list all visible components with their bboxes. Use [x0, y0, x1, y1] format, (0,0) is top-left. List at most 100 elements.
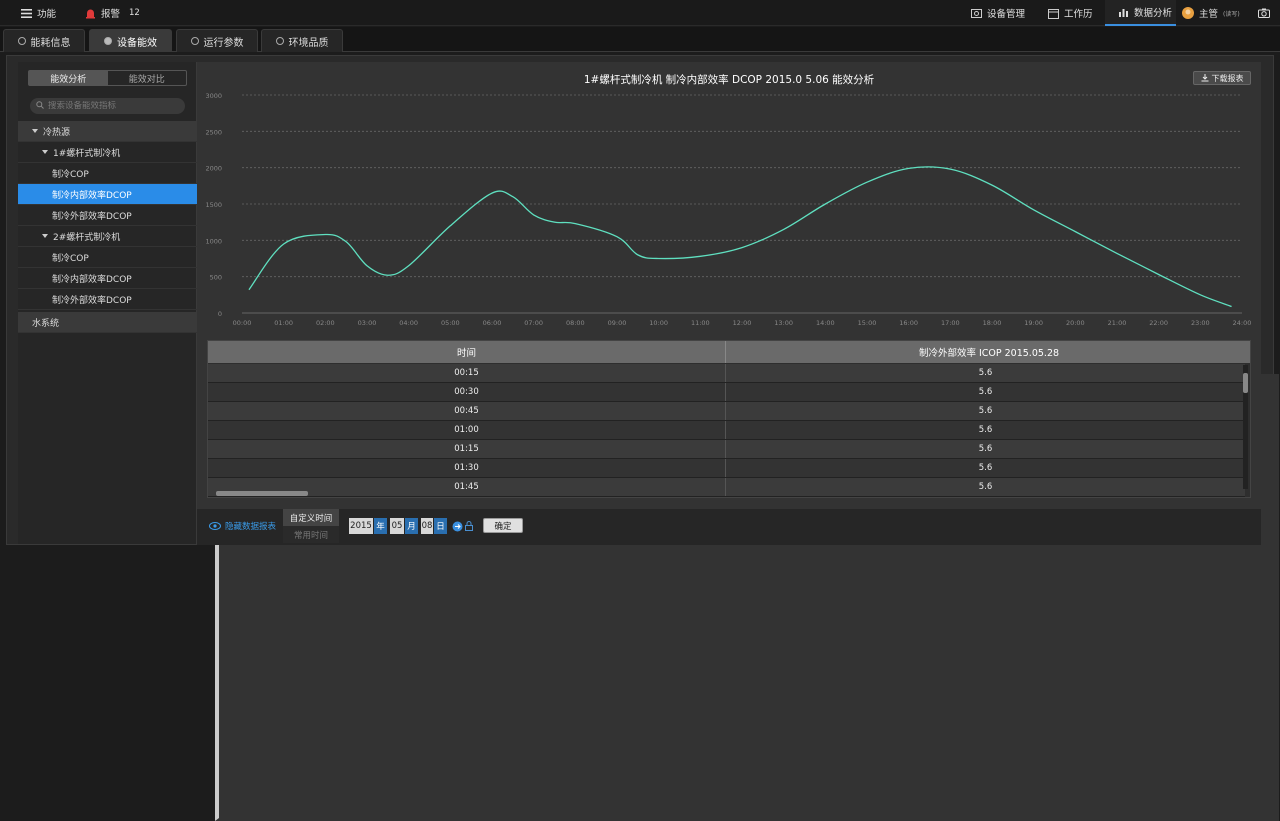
download-icon — [1201, 74, 1208, 82]
x-tick-label: 13:00 — [774, 319, 793, 327]
segment-efficiency-analysis[interactable]: 能效分析 — [29, 71, 108, 85]
table-row: 01:00 5.6 — [208, 421, 1245, 440]
time-controls: 隐藏数据报表 自定义时间 常用时间 2015 年 05 月 08 日 确定 — [197, 509, 1261, 545]
eye-icon — [209, 522, 221, 530]
nav-data-analysis[interactable]: 数据分析 — [1105, 0, 1176, 26]
tree-item[interactable]: 制冷COP — [18, 247, 197, 268]
cell-time: 00:15 — [208, 364, 726, 382]
caret-down-icon — [42, 234, 48, 238]
tree-item[interactable]: 制冷COP — [18, 163, 197, 184]
x-tick-label: 20:00 — [1066, 319, 1085, 327]
table-row: 01:30 5.6 — [208, 459, 1245, 478]
nav-calendar[interactable]: 工作历 — [1047, 0, 1093, 26]
tab-environment[interactable]: 环境品质 — [261, 29, 343, 52]
cell-value: 5.6 — [978, 463, 993, 473]
scroll-thumb[interactable] — [216, 491, 308, 496]
tree-item-label: 制冷内部效率DCOP — [52, 274, 132, 285]
x-tick-label: 01:00 — [274, 319, 293, 327]
bar-chart-icon — [1117, 6, 1129, 18]
tree-item[interactable]: 制冷内部效率DCOP — [18, 268, 197, 289]
tab-run-params[interactable]: 运行参数 — [176, 29, 258, 52]
alarm-count: 12 — [129, 8, 140, 18]
gauge-icon — [190, 37, 199, 45]
cell-time: 00:30 — [208, 383, 726, 401]
tree-item[interactable]: 制冷内部效率DCOP — [18, 184, 197, 205]
segment-efficiency-compare[interactable]: 能效对比 — [108, 71, 187, 85]
search-box — [30, 98, 185, 114]
tree-item[interactable]: 制冷外部效率DCOP — [18, 289, 197, 310]
cell-value: 5.6 — [978, 406, 993, 416]
device-icon — [970, 7, 982, 19]
download-report-button[interactable]: 下载报表 — [1193, 71, 1251, 85]
tree-item-label: 水系统 — [32, 318, 60, 329]
cell-time: 01:30 — [208, 459, 726, 477]
calendar-icon — [1047, 7, 1059, 19]
chart-title: 1#螺杆式制冷机 制冷内部效率 DCOP 2015.0 5.06 能效分析 — [583, 74, 875, 86]
x-tick-label: 11:00 — [691, 319, 710, 327]
x-tick-label: 23:00 — [1191, 319, 1210, 327]
horizontal-scrollbar[interactable] — [214, 491, 1244, 496]
year-unit: 年 — [374, 518, 387, 534]
alarm-button[interactable]: 报警 12 — [84, 0, 140, 26]
tree-item-label: 制冷COP — [52, 253, 89, 264]
confirm-button[interactable]: 确定 — [483, 518, 523, 533]
data-table: 时间 制冷外部效率 ICOP 2015.05.28 00:15 5.6 00:30 5… — [207, 340, 1251, 498]
tree-item-label: 1#螺杆式制冷机 — [53, 148, 121, 159]
day-unit: 日 — [434, 518, 447, 534]
search-input[interactable] — [48, 101, 178, 111]
table-row: 00:30 5.6 — [208, 383, 1245, 402]
custom-time-tab[interactable]: 自定义时间 — [283, 509, 339, 526]
tree-item-label: 制冷外部效率DCOP — [52, 211, 132, 222]
arrow-right-circle-icon — [452, 521, 462, 531]
menu-button[interactable]: 功能 — [20, 0, 56, 26]
year-field[interactable]: 2015 — [349, 518, 373, 534]
month-field[interactable]: 05 — [390, 518, 404, 534]
nav-label: 设备管理 — [987, 9, 1026, 20]
tab-energy-info[interactable]: 能耗信息 — [3, 29, 85, 52]
caret-down-icon — [42, 150, 48, 154]
user-name: 主管 — [1199, 9, 1219, 20]
x-tick-label: 09:00 — [608, 319, 627, 327]
user-role: (读写) — [1223, 10, 1240, 18]
x-tick-label: 17:00 — [941, 319, 960, 327]
cell-time: 01:00 — [208, 421, 726, 439]
x-tick-label: 02:00 — [316, 319, 335, 327]
user-menu[interactable]: 主管 (读写) — [1182, 0, 1240, 26]
tree-item[interactable]: 冷热源 — [18, 121, 197, 142]
scroll-thumb[interactable] — [1243, 373, 1248, 393]
y-tick-label: 2500 — [205, 128, 222, 136]
menu-label: 功能 — [37, 9, 57, 20]
tree-item-label: 2#螺杆式制冷机 — [53, 232, 121, 243]
nav-device-management[interactable]: 设备管理 — [970, 0, 1025, 26]
search-icon — [36, 100, 44, 112]
month-unit: 月 — [405, 518, 418, 534]
tree-item[interactable]: 制冷外部效率DCOP — [18, 205, 197, 226]
y-tick-label: 2000 — [205, 165, 222, 173]
x-tick-label: 19:00 — [1024, 319, 1043, 327]
x-tick-label: 06:00 — [483, 319, 502, 327]
vertical-scrollbar[interactable] — [1243, 365, 1248, 489]
table-row: 01:15 5.6 — [208, 440, 1245, 459]
y-tick-label: 1000 — [205, 237, 222, 245]
line-chart: 0 500 1000 1500 2000 2500 3000 00:00 01:00 02:00 0… — [205, 92, 1251, 327]
tree-item[interactable]: 2#螺杆式制冷机 — [18, 226, 197, 247]
screenshot-button[interactable] — [1258, 0, 1270, 26]
column-header-time: 时间 — [208, 341, 726, 363]
bulb-icon — [17, 37, 26, 45]
tab-label: 环境品质 — [288, 37, 329, 49]
tree-item[interactable]: 1#螺杆式制冷机 — [18, 142, 197, 163]
nav-label: 数据分析 — [1134, 8, 1173, 19]
module-tabs: 能耗信息 设备能效 运行参数 环境品质 — [0, 27, 1280, 52]
tree-item-label: 制冷内部效率DCOP — [52, 190, 132, 201]
common-time-tab[interactable]: 常用时间 — [283, 526, 339, 543]
x-tick-label: 00:00 — [233, 319, 252, 327]
x-tick-label: 18:00 — [983, 319, 1002, 327]
x-tick-label: 12:00 — [733, 319, 752, 327]
hide-report-link[interactable]: 隐藏数据报表 — [209, 520, 276, 532]
cell-value: 5.6 — [978, 387, 993, 397]
day-field[interactable]: 08 — [421, 518, 433, 534]
next-date-button[interactable] — [451, 518, 463, 534]
lock-button[interactable] — [464, 518, 474, 534]
tab-device-efficiency[interactable]: 设备能效 — [89, 29, 172, 52]
tree-item[interactable]: 水系统 — [18, 312, 1279, 821]
